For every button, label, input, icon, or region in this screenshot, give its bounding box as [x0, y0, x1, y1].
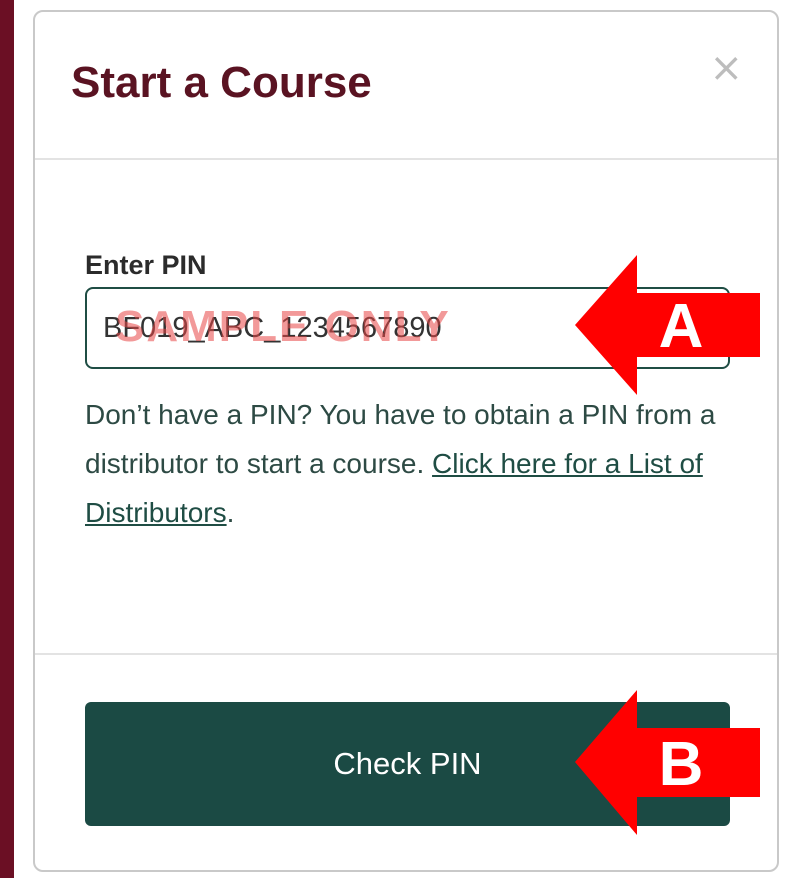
dialog-title: Start a Course [71, 58, 372, 107]
dialog-header: Start a Course × [35, 12, 777, 160]
footer-divider [35, 653, 777, 655]
page-left-edge [0, 0, 14, 878]
pin-label: Enter PIN [85, 250, 207, 280]
pin-help-text: Don’t have a PIN? You have to obtain a P… [85, 390, 730, 537]
check-pin-button[interactable]: Check PIN [85, 702, 730, 826]
start-course-dialog: Start a Course × Enter PIN SAMPLE ONLY D… [33, 10, 779, 872]
close-icon[interactable]: × [709, 48, 743, 88]
help-text-period: . [226, 497, 235, 528]
pin-input[interactable] [85, 287, 730, 369]
